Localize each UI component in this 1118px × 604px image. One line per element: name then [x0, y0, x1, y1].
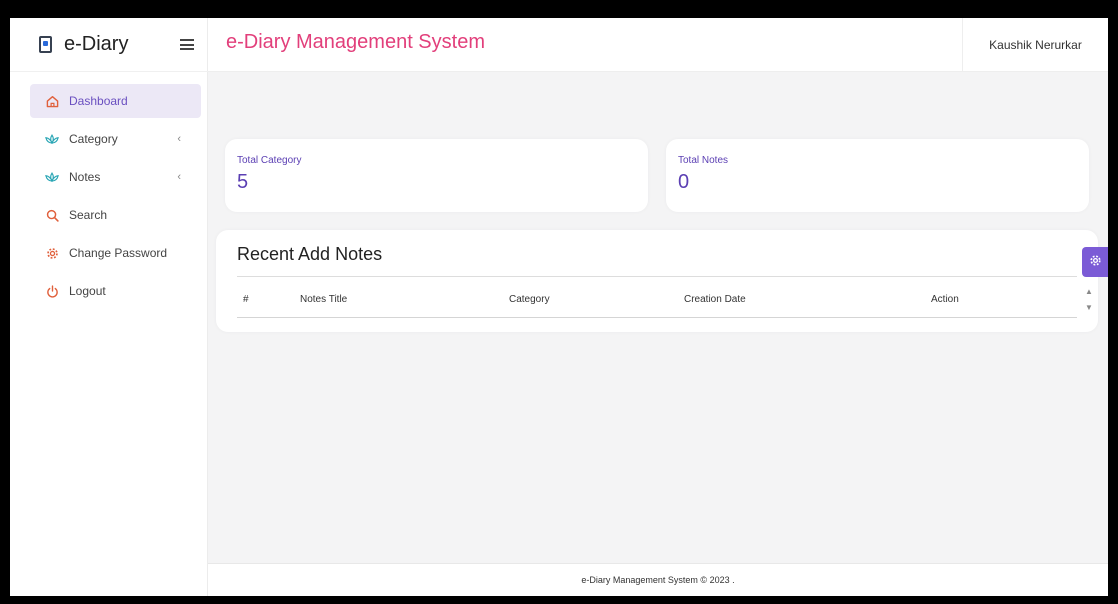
search-icon: [45, 208, 59, 222]
gear-icon: [1089, 254, 1102, 270]
diary-logo-icon: [39, 36, 52, 53]
column-header-category[interactable]: Category: [509, 294, 550, 305]
sidebar-item-label: Search: [69, 208, 108, 222]
column-header-action[interactable]: Action: [931, 294, 959, 305]
column-header-notes-title[interactable]: Notes Title: [300, 294, 347, 305]
page-title: e-Diary Management System: [226, 31, 485, 53]
column-header-number[interactable]: #: [243, 294, 249, 305]
total-category-card: Total Category 5: [225, 139, 648, 212]
user-menu[interactable]: Kaushik Nerurkar: [962, 18, 1108, 72]
sidebar-item-search[interactable]: Search: [30, 198, 201, 232]
column-header-creation-date[interactable]: Creation Date: [684, 294, 746, 305]
sidebar-item-logout[interactable]: Logout: [30, 274, 201, 308]
screenshot-frame: e-Diary Dashboard Category ‹ Notes ‹ Sea…: [0, 0, 1118, 604]
sidebar-item-label: Logout: [69, 284, 106, 298]
total-notes-card: Total Notes 0: [666, 139, 1089, 212]
lotus-icon: [45, 170, 59, 184]
sidebar-menu: Dashboard Category ‹ Notes ‹ Search Chan…: [10, 84, 208, 312]
lotus-icon: [45, 132, 59, 146]
table-scroll-arrows[interactable]: ▲ ▼: [1085, 288, 1093, 312]
home-icon: [45, 94, 59, 108]
scroll-up-icon[interactable]: ▲: [1085, 288, 1093, 296]
hamburger-menu-icon[interactable]: [180, 39, 194, 50]
top-bar: e-Diary Management System Kaushik Nerurk…: [208, 18, 1108, 72]
sidebar-item-notes[interactable]: Notes ‹: [30, 160, 201, 194]
stat-label: Total Notes: [678, 155, 729, 166]
sidebar-item-label: Category: [69, 132, 118, 146]
divider: [237, 276, 1077, 277]
stat-value: 5: [237, 171, 249, 193]
app-window: e-Diary Dashboard Category ‹ Notes ‹ Sea…: [10, 18, 1108, 596]
footer: e-Diary Management System © 2023 .: [208, 563, 1108, 596]
recent-notes-panel: Recent Add Notes # Notes Title Category …: [216, 230, 1098, 332]
divider: [237, 317, 1077, 318]
scroll-down-icon[interactable]: ▼: [1085, 304, 1093, 312]
section-title: Recent Add Notes: [237, 244, 383, 264]
sidebar-item-change-password[interactable]: Change Password: [30, 236, 201, 270]
power-icon: [45, 284, 59, 298]
stat-label: Total Category: [237, 155, 302, 166]
chevron-left-icon: ‹: [177, 133, 181, 145]
sidebar-item-dashboard[interactable]: Dashboard: [30, 84, 201, 118]
sidebar-item-label: Notes: [69, 170, 101, 184]
brand: e-Diary: [10, 18, 208, 72]
stat-value: 0: [678, 171, 690, 193]
gear-icon: [45, 246, 59, 260]
settings-button[interactable]: [1082, 247, 1108, 277]
sidebar-item-category[interactable]: Category ‹: [30, 122, 201, 156]
brand-name: e-Diary: [64, 33, 129, 55]
sidebar-item-label: Dashboard: [69, 94, 128, 108]
table-header: # Notes Title Category Creation Date Act…: [237, 291, 1087, 311]
sidebar-item-label: Change Password: [69, 246, 168, 260]
sidebar: e-Diary Dashboard Category ‹ Notes ‹ Sea…: [10, 18, 208, 596]
chevron-left-icon: ‹: [177, 171, 181, 183]
